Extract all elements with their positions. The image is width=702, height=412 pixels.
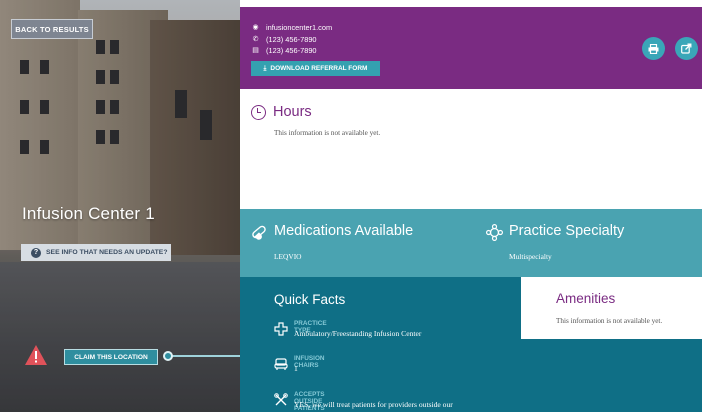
fact-value: YES, we will treat patients for provider… [294, 400, 453, 409]
tools-icon [274, 393, 288, 406]
amenities-section: Amenities This information is not availa… [521, 277, 702, 339]
phone-row[interactable]: ✆ (123) 456-7890 [252, 34, 332, 46]
download-referral-button[interactable]: ⤓ DOWNLOAD REFERRAL FORM [251, 61, 380, 76]
fax-row: ▤ (123) 456-7890 [252, 45, 332, 57]
contact-info: ◉ infusioncenter1.com ✆ (123) 456-7890 ▤… [252, 22, 332, 57]
share-icon [681, 43, 692, 54]
fact-value: 1 [294, 364, 298, 373]
update-info-button[interactable]: ? SEE INFO THAT NEEDS AN UPDATE? [21, 244, 171, 261]
quick-facts-title: Quick Facts [274, 292, 346, 307]
specialty-icon [486, 224, 503, 241]
pill-icon [252, 225, 266, 240]
fax-number: (123) 456-7890 [266, 46, 317, 55]
specialty-value: Multispecialty [509, 252, 552, 261]
print-button[interactable] [642, 37, 665, 60]
website-link[interactable]: infusioncenter1.com [266, 22, 332, 34]
update-info-label: SEE INFO THAT NEEDS AN UPDATE? [46, 249, 168, 256]
claim-connector-dot [163, 351, 173, 361]
medications-title: Medications Available [274, 223, 414, 239]
location-name: Infusion Center 1 [22, 204, 155, 223]
medical-cross-icon [274, 322, 288, 336]
website-row[interactable]: ◉ infusioncenter1.com [252, 22, 332, 34]
fax-icon: ▤ [252, 47, 259, 54]
amenities-title: Amenities [556, 291, 616, 306]
chair-icon [274, 358, 288, 370]
medications-specialty-band: Medications Available LEQVIO Practice Sp… [240, 209, 702, 277]
download-icon: ⤓ [263, 64, 267, 72]
hours-text: This information is not available yet. [274, 129, 381, 137]
claim-location-button[interactable]: CLAIM THIS LOCATION [64, 349, 158, 365]
amenities-text: This information is not available yet. [556, 317, 663, 325]
specialty-title: Practice Specialty [509, 223, 625, 239]
phone-number[interactable]: (123) 456-7890 [266, 34, 317, 46]
hours-title: Hours [273, 104, 312, 120]
clock-icon [251, 105, 266, 120]
medications-value: LEQVIO [274, 252, 302, 261]
phone-icon: ✆ [252, 35, 259, 43]
contact-header: ◉ infusioncenter1.com ✆ (123) 456-7890 ▤… [240, 7, 702, 89]
back-to-results-button[interactable]: BACK TO RESULTS [11, 19, 93, 39]
printer-icon [648, 43, 659, 54]
fact-label: INFUSION CHAIRS [294, 355, 325, 369]
fact-value: Ambulatory/Freestanding Infusion Center [294, 329, 422, 338]
question-icon: ? [31, 247, 41, 258]
globe-icon: ◉ [252, 24, 259, 31]
warning-icon [25, 345, 47, 365]
hours-section: Hours This information is not available … [240, 89, 702, 209]
share-button[interactable] [675, 37, 698, 60]
download-label: DOWNLOAD REFERRAL FORM [270, 65, 368, 72]
